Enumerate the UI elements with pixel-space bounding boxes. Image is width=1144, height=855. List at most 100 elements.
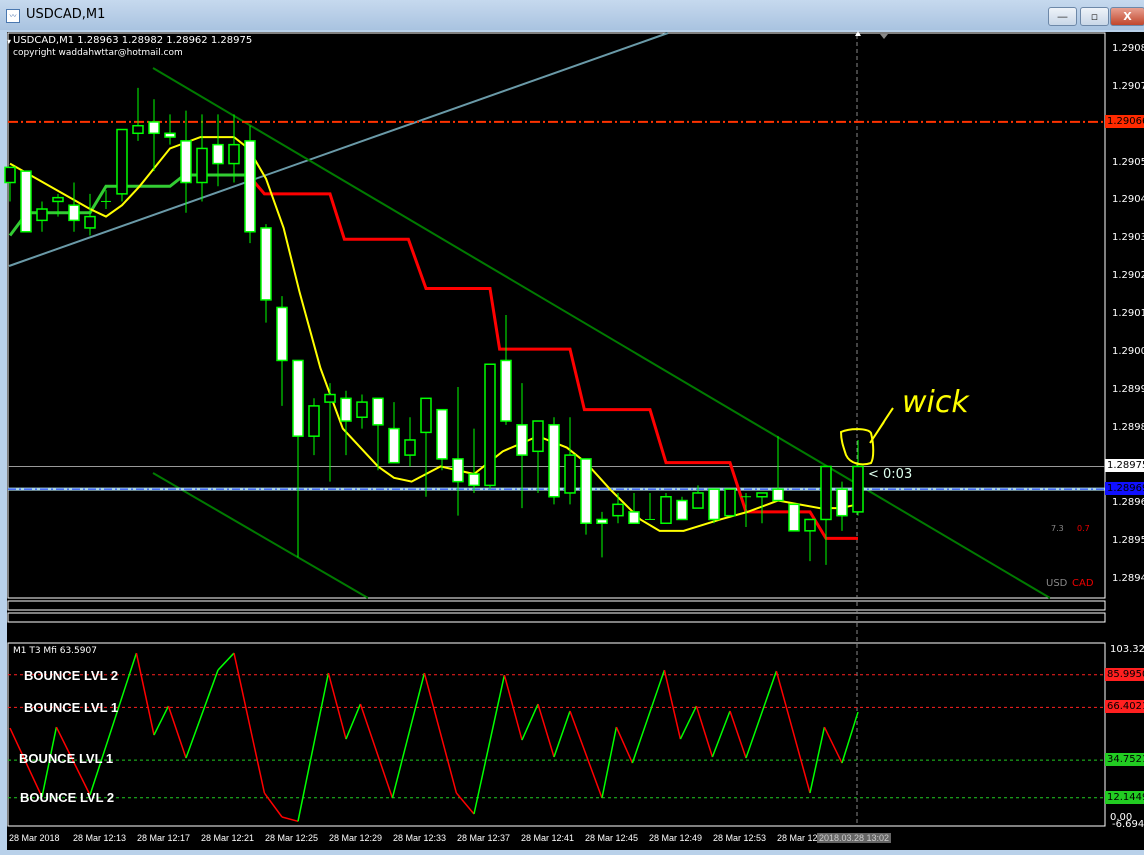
trendline-support[interactable] — [8, 32, 669, 267]
candle[interactable] — [596, 511, 608, 558]
candle[interactable] — [292, 359, 304, 558]
mfi-segment — [553, 710, 571, 758]
price-tick-label: 1.29005 — [1112, 345, 1144, 357]
time-tick-label: 28 Mar 12:37 — [457, 833, 511, 843]
mfi-level-tag: 34.7521 — [1105, 753, 1144, 767]
trendline-channel-lower[interactable] — [152, 472, 369, 599]
candle-body — [36, 208, 48, 222]
candle[interactable] — [724, 488, 736, 517]
candle[interactable] — [452, 386, 464, 516]
empty-subwindow-2 — [7, 612, 1106, 623]
candle[interactable] — [260, 224, 272, 323]
bounce-level-label: BOUNCE LVL 2 — [24, 668, 119, 683]
price-tick-label: 1.29045 — [1112, 194, 1144, 206]
price-tick-label: 1.28945 — [1112, 573, 1144, 585]
candle[interactable] — [612, 492, 624, 524]
candle[interactable] — [852, 439, 864, 516]
candle[interactable] — [148, 99, 160, 172]
candle[interactable] — [84, 193, 96, 236]
dropdown-arrow-icon[interactable]: ▾ — [7, 37, 11, 46]
candle[interactable] — [420, 397, 432, 497]
mfi-segment — [711, 710, 731, 758]
candle[interactable] — [372, 397, 384, 471]
bar-countdown: < 0:03 — [868, 467, 913, 482]
candle[interactable] — [228, 114, 240, 183]
main-chart-frame — [7, 32, 1106, 599]
candle[interactable] — [340, 390, 352, 456]
candle-body — [164, 132, 176, 138]
mfi-segment — [823, 726, 843, 764]
price-tick-label: 1.29015 — [1112, 308, 1144, 320]
candle[interactable] — [20, 170, 32, 233]
candle[interactable] — [164, 114, 176, 145]
candle-body — [660, 495, 672, 524]
candle[interactable] — [788, 503, 800, 532]
candle[interactable] — [196, 114, 208, 202]
candle[interactable] — [4, 166, 16, 202]
mfi-segment — [185, 669, 219, 759]
candle[interactable] — [548, 417, 560, 505]
candle[interactable] — [645, 492, 655, 520]
time-cursor-label: 2018.03.28 13:02 — [817, 833, 892, 843]
candle-body — [628, 511, 640, 524]
candle-body — [484, 363, 496, 487]
candle-body — [356, 401, 368, 418]
symbol-ohlc-header: USDCAD,M1 1.28963 1.28982 1.28962 1.2897… — [13, 35, 253, 46]
candle-body — [564, 454, 576, 494]
candle[interactable] — [436, 408, 448, 471]
candle-body — [516, 424, 528, 456]
candle[interactable] — [180, 110, 192, 213]
mfi-indicator-title: M1 T3 Mfi 63.5907 — [13, 646, 97, 656]
chart-shift-triangle-icon[interactable] — [880, 34, 888, 39]
candle[interactable] — [356, 394, 368, 429]
candle[interactable] — [628, 492, 640, 524]
candle[interactable] — [708, 488, 720, 524]
time-tick-label: 28 Mar 12:53 — [713, 833, 767, 843]
price-tick-label: 1.29055 — [1112, 156, 1144, 168]
candle[interactable] — [564, 417, 576, 505]
candle[interactable] — [116, 128, 128, 202]
candle-body — [84, 215, 96, 229]
candle[interactable] — [500, 315, 512, 425]
candle-body — [292, 359, 304, 437]
candle-body — [452, 458, 464, 483]
mfi-segment — [729, 710, 747, 759]
candle[interactable] — [580, 458, 592, 535]
mfi-segment — [167, 705, 187, 759]
candle[interactable] — [132, 87, 144, 141]
mfi-segment — [679, 705, 698, 740]
candle[interactable] — [836, 481, 848, 531]
candle[interactable] — [772, 436, 784, 502]
candle[interactable] — [820, 465, 832, 565]
mfi-segment — [841, 711, 859, 764]
candle[interactable] — [36, 201, 48, 232]
candle[interactable] — [676, 496, 688, 521]
bounce-level-label: BOUNCE LVL 1 — [24, 700, 119, 715]
candle[interactable] — [244, 125, 256, 244]
candle[interactable] — [308, 398, 320, 456]
candle[interactable] — [532, 420, 544, 493]
bounce-level-label: BOUNCE LVL 2 — [20, 790, 115, 805]
price-tick-label: 1.29035 — [1112, 232, 1144, 244]
candle-body — [244, 140, 256, 233]
candle[interactable] — [404, 417, 416, 467]
candle[interactable] — [468, 428, 480, 493]
spread-value-right: 0.7 — [1077, 524, 1090, 533]
candle[interactable] — [804, 518, 816, 562]
time-tick-label: 28 Mar 12:13 — [73, 833, 127, 843]
mfi-segment — [281, 816, 299, 823]
candle-body — [836, 488, 848, 517]
candle-body — [612, 503, 624, 517]
candle[interactable] — [484, 363, 496, 490]
candle-body — [676, 499, 688, 521]
arrow-annotation-icon — [869, 407, 894, 444]
candle-body — [20, 170, 32, 233]
candle-body — [260, 227, 272, 301]
candle[interactable] — [276, 296, 288, 406]
price-tick-label: 1.28955 — [1112, 535, 1144, 547]
candle[interactable] — [388, 402, 400, 464]
candle[interactable] — [68, 182, 80, 232]
candle[interactable] — [660, 492, 672, 524]
mfi-segment — [615, 726, 634, 764]
chart-svg[interactable]: wick — [0, 0, 1144, 855]
